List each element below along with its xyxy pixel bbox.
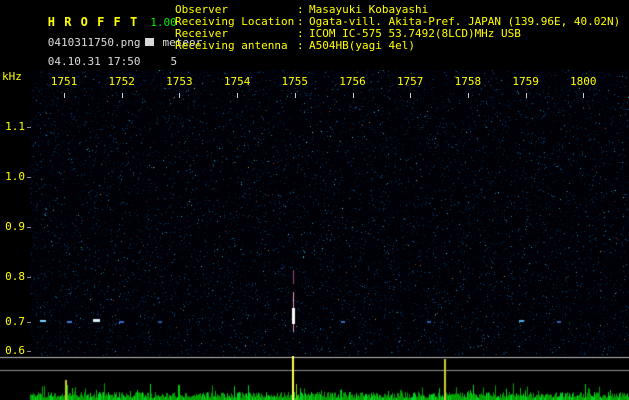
power-strip-canvas xyxy=(0,356,629,400)
spectrogram-canvas xyxy=(30,70,629,356)
freq-tick-label: 1.1 xyxy=(5,120,25,133)
header: H R O F F T 1.00 0410311750.png meteor 04.… xyxy=(0,0,629,70)
info-value: A504HB(yagi 4el) xyxy=(309,39,415,52)
info-colon: : xyxy=(297,39,304,52)
timestamp: 04.10.31 17:50 xyxy=(47,55,141,68)
freq-tick-label: 0.8 xyxy=(5,270,25,283)
freq-tick-label: 1.0 xyxy=(5,170,25,183)
echo-count: 5 xyxy=(170,55,178,68)
freq-tick-label: 0.9 xyxy=(5,220,25,233)
freq-tick-label: 0.7 xyxy=(5,315,25,328)
hrofft-screen: H R O F F T 1.00 0410311750.png meteor 04.… xyxy=(0,0,629,400)
info-row-antenna: Receiving antenna: A504HB(yagi 4el) xyxy=(175,40,620,52)
observation-info: Observer: Masayuki Kobayashi Receiving Lo… xyxy=(175,4,620,52)
info-label: Receiving antenna xyxy=(175,39,288,52)
